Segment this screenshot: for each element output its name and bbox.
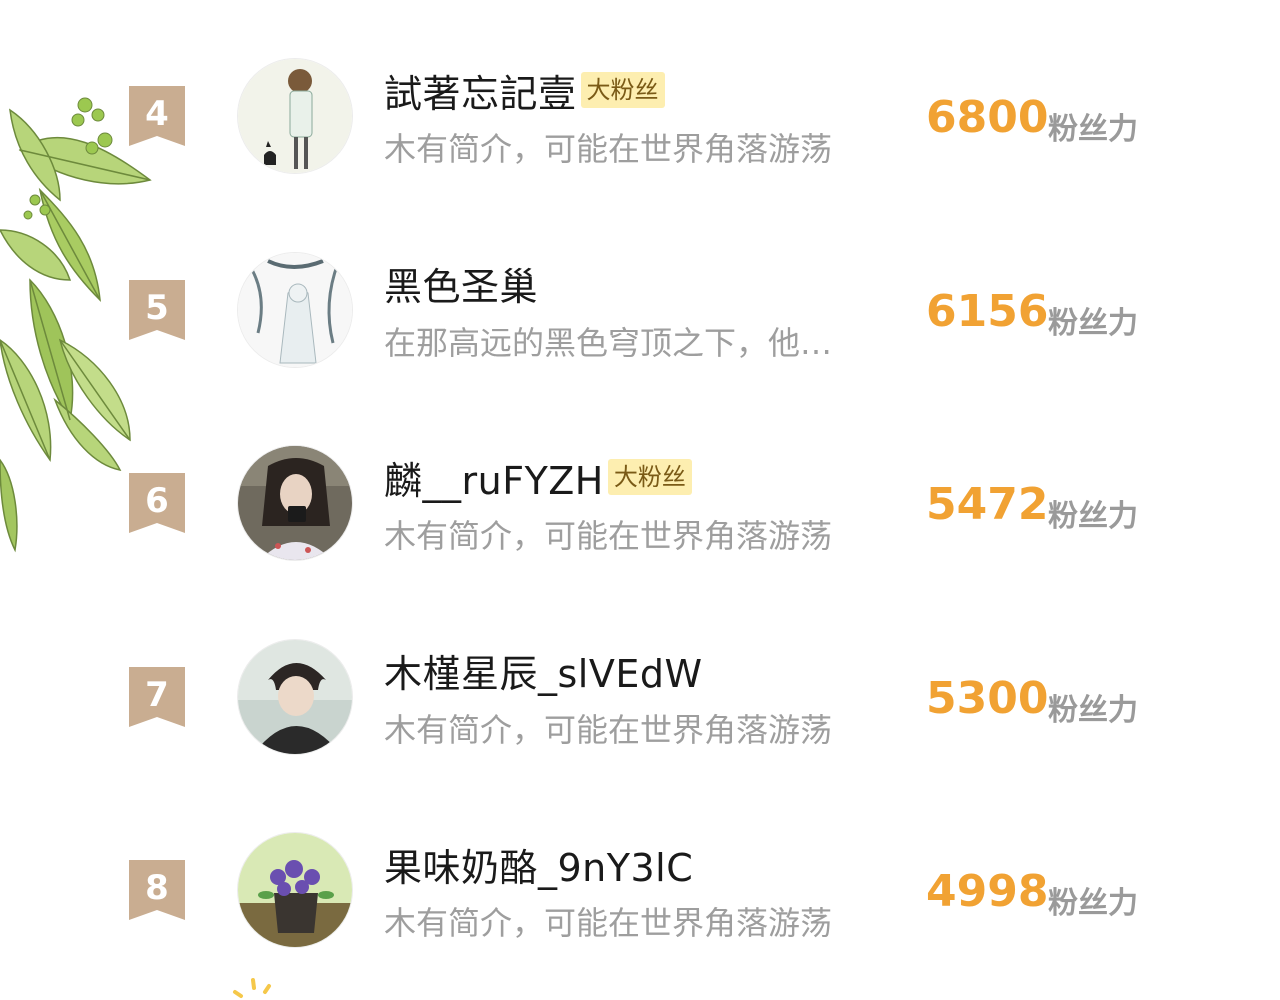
user-name[interactable]: 試著忘記壹 (384, 63, 577, 118)
rank-number: 8 (145, 868, 169, 908)
ranking-row-5[interactable]: 5 黑色圣巢 在那高远的黑色穹顶之下，他… 6156 粉丝力 (0, 194, 1280, 387)
user-name[interactable]: 木槿星辰_slVEdW (384, 643, 703, 698)
name-line: 試著忘記壹 大粉丝 (384, 64, 665, 116)
ranking-row-8[interactable]: 8 果味奶酪_9nY3lC 木有简介，可能在世界角落游荡 4998 粉丝力 (0, 774, 1280, 967)
rank-flag-icon: 7 (129, 666, 185, 727)
girl-with-phone-avatar[interactable] (237, 445, 353, 561)
fan-power-unit: 粉丝力 (1048, 886, 1138, 921)
fan-power-value: 5472 (926, 479, 1049, 530)
ranking-list: 4 試著忘記壹 大粉丝 木有简介，可能在世界角落游荡 6800 粉丝力 5 黑色… (0, 0, 1280, 1000)
user-intro: 木有简介，可能在世界角落游荡 (384, 904, 833, 942)
ranking-row-7[interactable]: 7 木槿星辰_slVEdW 木有简介，可能在世界角落游荡 5300 粉丝力 (0, 581, 1280, 774)
rank-number: 5 (145, 287, 169, 328)
name-line: 麟__ruFYZH 大粉丝 (384, 451, 692, 503)
fan-power-unit: 粉丝力 (1048, 692, 1138, 728)
rank-number: 7 (145, 674, 169, 715)
user-intro: 在那高远的黑色穹顶之下，他… (384, 323, 833, 362)
rank-number: 4 (145, 94, 169, 134)
name-line: 木槿星辰_slVEdW (384, 645, 703, 697)
name-line: 果味奶酪_9nY3lC (384, 838, 693, 890)
rank-flag-icon: 5 (129, 279, 185, 340)
anime-boy-avatar[interactable] (237, 638, 353, 755)
fan-power-value: 4998 (926, 866, 1049, 917)
user-name[interactable]: 麟__ruFYZH (384, 450, 604, 505)
violet-flowers-avatar[interactable] (237, 832, 353, 948)
fan-ranking-page: 4 試著忘記壹 大粉丝 木有简介，可能在世界角落游荡 6800 粉丝力 5 黑色… (0, 0, 1280, 1000)
fan-power-unit: 粉丝力 (1048, 499, 1138, 534)
ranking-row-4[interactable]: 4 試著忘記壹 大粉丝 木有简介，可能在世界角落游荡 6800 粉丝力 (0, 0, 1280, 193)
sparkle-decoration-icon (233, 978, 271, 998)
fan-badge: 大粉丝 (580, 72, 665, 108)
white-haired-figure-avatar[interactable] (237, 251, 353, 368)
fan-power-unit: 粉丝力 (1048, 305, 1138, 341)
girl-with-cat-avatar[interactable] (237, 58, 353, 174)
user-intro: 木有简介，可能在世界角落游荡 (384, 130, 833, 168)
fan-power-value: 6800 (926, 92, 1049, 143)
name-line: 黑色圣巢 (384, 258, 538, 310)
ranking-row-6[interactable]: 6 麟__ruFYZH 大粉丝 木有简介，可能在世界角落游荡 5472 粉丝力 (0, 387, 1280, 580)
rank-number: 6 (145, 481, 169, 521)
user-name[interactable]: 黑色圣巢 (384, 256, 538, 311)
rank-flag-icon: 4 (129, 86, 185, 146)
fan-power-value: 6156 (926, 285, 1049, 337)
user-name[interactable]: 果味奶酪_9nY3lC (384, 837, 693, 892)
rank-flag-icon: 8 (129, 860, 185, 920)
user-intro: 木有简介，可能在世界角落游荡 (384, 710, 833, 749)
rank-flag-icon: 6 (129, 473, 185, 533)
fan-power-unit: 粉丝力 (1048, 112, 1138, 147)
user-intro: 木有简介，可能在世界角落游荡 (384, 517, 833, 555)
fan-badge: 大粉丝 (607, 459, 692, 495)
fan-power-value: 5300 (926, 672, 1049, 724)
